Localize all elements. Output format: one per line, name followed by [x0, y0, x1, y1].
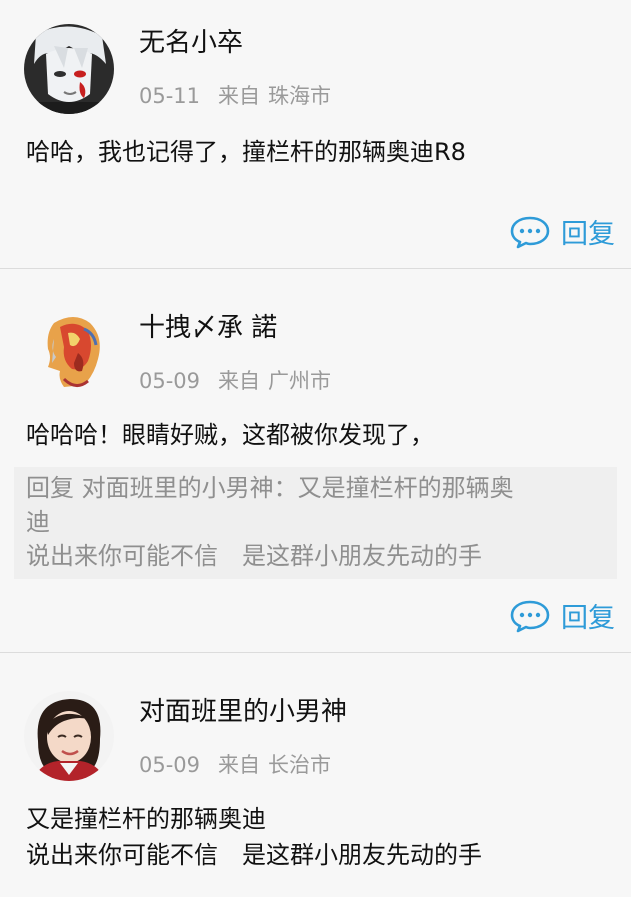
comment-text-part: 是这群小朋友先动的手	[242, 841, 482, 869]
location: 珠海市	[268, 84, 332, 108]
comment-text: 哈哈，我也记得了，撞栏杆的那辆奥迪R8	[26, 138, 466, 166]
comment-date: 05-11	[139, 84, 201, 108]
quoted-reply[interactable]: 回复 对面班里的小男神：又是撞栏杆的那辆奥 迪 说出来你可能不信 是这群小朋友先动…	[14, 467, 617, 579]
reply-label: 回复	[561, 219, 615, 250]
location-label: 来自	[218, 753, 261, 777]
comment-text: 又是撞栏杆的那辆奥迪 说出来你可能不信 是这群小朋友先动的手	[26, 801, 611, 873]
comment-item: 无名小卒 05-11 来自 珠海市 哈哈，我也记得了，撞栏杆的那辆奥迪R8 回复	[0, 0, 631, 269]
quote-text: 是这群小朋友先动的手	[242, 542, 482, 570]
reply-button[interactable]: 回复	[509, 596, 615, 635]
painted-face-avatar-icon[interactable]	[24, 309, 114, 399]
comment-date: 05-09	[139, 369, 201, 393]
comment-text-part: 说出来你可能不信	[26, 841, 218, 869]
comment-meta: 05-09 来自 广州市	[139, 368, 331, 394]
reply-button[interactable]: 回复	[509, 212, 615, 251]
quote-line: 迪	[26, 508, 50, 536]
comment-item: 十拽〆承 諾 05-09 来自 广州市 哈哈哈！眼睛好贼，这都被你发现了， 回复 对…	[0, 269, 631, 653]
username[interactable]: 十拽〆承 諾	[139, 312, 277, 344]
chat-bubble-icon	[510, 216, 550, 248]
quote-text: 说出来你可能不信	[26, 542, 218, 570]
comment-meta: 05-09 来自 长治市	[139, 752, 331, 778]
username[interactable]: 对面班里的小男神	[139, 696, 347, 728]
comment-text: 哈哈哈！眼睛好贼，这都被你发现了，	[26, 421, 434, 449]
comment-date: 05-09	[139, 753, 201, 777]
location-label: 来自	[218, 84, 261, 108]
anime-avatar-icon[interactable]	[24, 24, 114, 114]
comment-text-line: 说出来你可能不信 是这群小朋友先动的手	[26, 837, 611, 873]
location: 长治市	[268, 753, 332, 777]
comment-meta: 05-11 来自 珠海市	[139, 83, 331, 109]
quote-prefix: 回复	[26, 474, 74, 502]
girl-photo-avatar-icon[interactable]	[24, 691, 114, 781]
quote-text: 又是撞栏杆的那辆奥	[297, 474, 514, 502]
quoted-user: 对面班里的小男神：	[81, 474, 298, 502]
comment-text-line: 又是撞栏杆的那辆奥迪	[26, 805, 266, 833]
quote-line: 说出来你可能不信 是这群小朋友先动的手	[26, 539, 605, 573]
location: 广州市	[268, 369, 332, 393]
chat-bubble-icon	[510, 600, 550, 632]
comment-item: 对面班里的小男神 05-09 来自 长治市 又是撞栏杆的那辆奥迪 说出来你可能不信是…	[0, 653, 631, 897]
reply-label: 回复	[561, 603, 615, 634]
location-label: 来自	[218, 369, 261, 393]
quote-line: 回复 对面班里的小男神：又是撞栏杆的那辆奥	[26, 471, 605, 505]
username[interactable]: 无名小卒	[139, 27, 243, 59]
